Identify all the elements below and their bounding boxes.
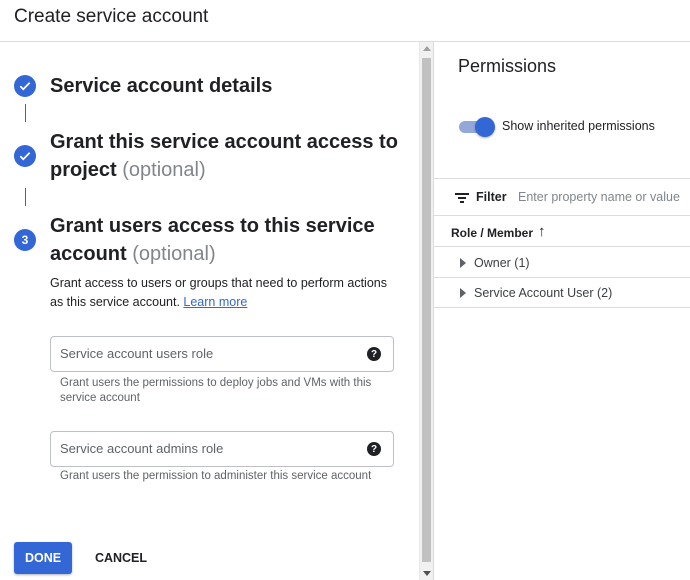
filter-icon bbox=[455, 193, 469, 203]
column-header-role-member[interactable]: Role / Member bbox=[451, 226, 533, 240]
table-row[interactable]: Owner (1) bbox=[434, 248, 690, 278]
help-icon[interactable]: ? bbox=[367, 347, 381, 361]
row-label: Owner (1) bbox=[474, 256, 530, 270]
users-role-placeholder: Service account users role bbox=[60, 346, 214, 361]
table-row[interactable]: Service Account User (2) bbox=[434, 278, 690, 308]
optional-tag: (optional) bbox=[122, 159, 206, 181]
scroll-up-arrow-icon[interactable] bbox=[423, 46, 431, 51]
permissions-title: Permissions bbox=[458, 56, 557, 76]
step-connector bbox=[25, 104, 26, 122]
step-2-title[interactable]: Grant this service account access to pro… bbox=[50, 128, 398, 184]
scrollbar-thumb[interactable] bbox=[422, 58, 431, 562]
row-label: Service Account User (2) bbox=[474, 286, 613, 300]
learn-more-link[interactable]: Learn more bbox=[183, 295, 247, 309]
inherited-permissions-toggle[interactable] bbox=[459, 117, 495, 137]
dialog-header: Create service account bbox=[0, 0, 690, 42]
users-role-field[interactable]: Service account users role ? bbox=[50, 336, 394, 372]
users-role-hint: Grant users the permissions to deploy jo… bbox=[60, 377, 372, 404]
toggle-knob bbox=[475, 117, 495, 137]
optional-tag: (optional) bbox=[132, 243, 216, 265]
step-number: 3 bbox=[21, 233, 29, 247]
scrollbar[interactable] bbox=[419, 42, 433, 580]
step-1-title[interactable]: Service account details bbox=[50, 72, 272, 100]
filter-input[interactable]: Enter property name or value bbox=[518, 190, 680, 204]
permissions-panel: Permissions Show inherited permissions F… bbox=[433, 42, 690, 580]
filter-bar[interactable]: Filter Enter property name or value bbox=[434, 179, 690, 216]
step-complete-check-icon bbox=[14, 145, 36, 167]
step-3-title-line1: Grant users access to this service bbox=[50, 215, 375, 237]
help-icon[interactable]: ? bbox=[367, 442, 381, 456]
step-2-title-line2: project bbox=[50, 159, 117, 181]
cancel-button[interactable]: CANCEL bbox=[90, 542, 152, 574]
expand-caret-icon[interactable] bbox=[460, 288, 466, 298]
step-number-badge: 3 bbox=[14, 229, 36, 251]
admins-role-field[interactable]: Service account admins role ? bbox=[50, 431, 394, 467]
scroll-down-arrow-icon[interactable] bbox=[423, 571, 431, 576]
step-connector bbox=[25, 188, 26, 206]
step-2-title-line1: Grant this service account access to bbox=[50, 131, 398, 153]
sort-ascending-arrow-icon[interactable]: ↑ bbox=[538, 223, 546, 240]
expand-caret-icon[interactable] bbox=[460, 258, 466, 268]
page-title: Create service account bbox=[14, 6, 209, 27]
admins-role-hint: Grant users the permission to administer… bbox=[60, 470, 372, 482]
step-3-description: Grant access to users or groups that nee… bbox=[50, 274, 390, 312]
done-button[interactable]: DONE bbox=[14, 542, 72, 574]
step-3-title-line2: account bbox=[50, 243, 127, 265]
admins-role-placeholder: Service account admins role bbox=[60, 441, 224, 456]
toggle-label: Show inherited permissions bbox=[502, 119, 655, 133]
filter-label: Filter bbox=[476, 190, 507, 204]
step-3-title[interactable]: Grant users access to this service accou… bbox=[50, 212, 375, 268]
table-header: Role / Member ↑ bbox=[434, 217, 690, 247]
step-complete-check-icon bbox=[14, 75, 36, 97]
stepper-panel: Service account details Grant this servi… bbox=[0, 42, 419, 580]
